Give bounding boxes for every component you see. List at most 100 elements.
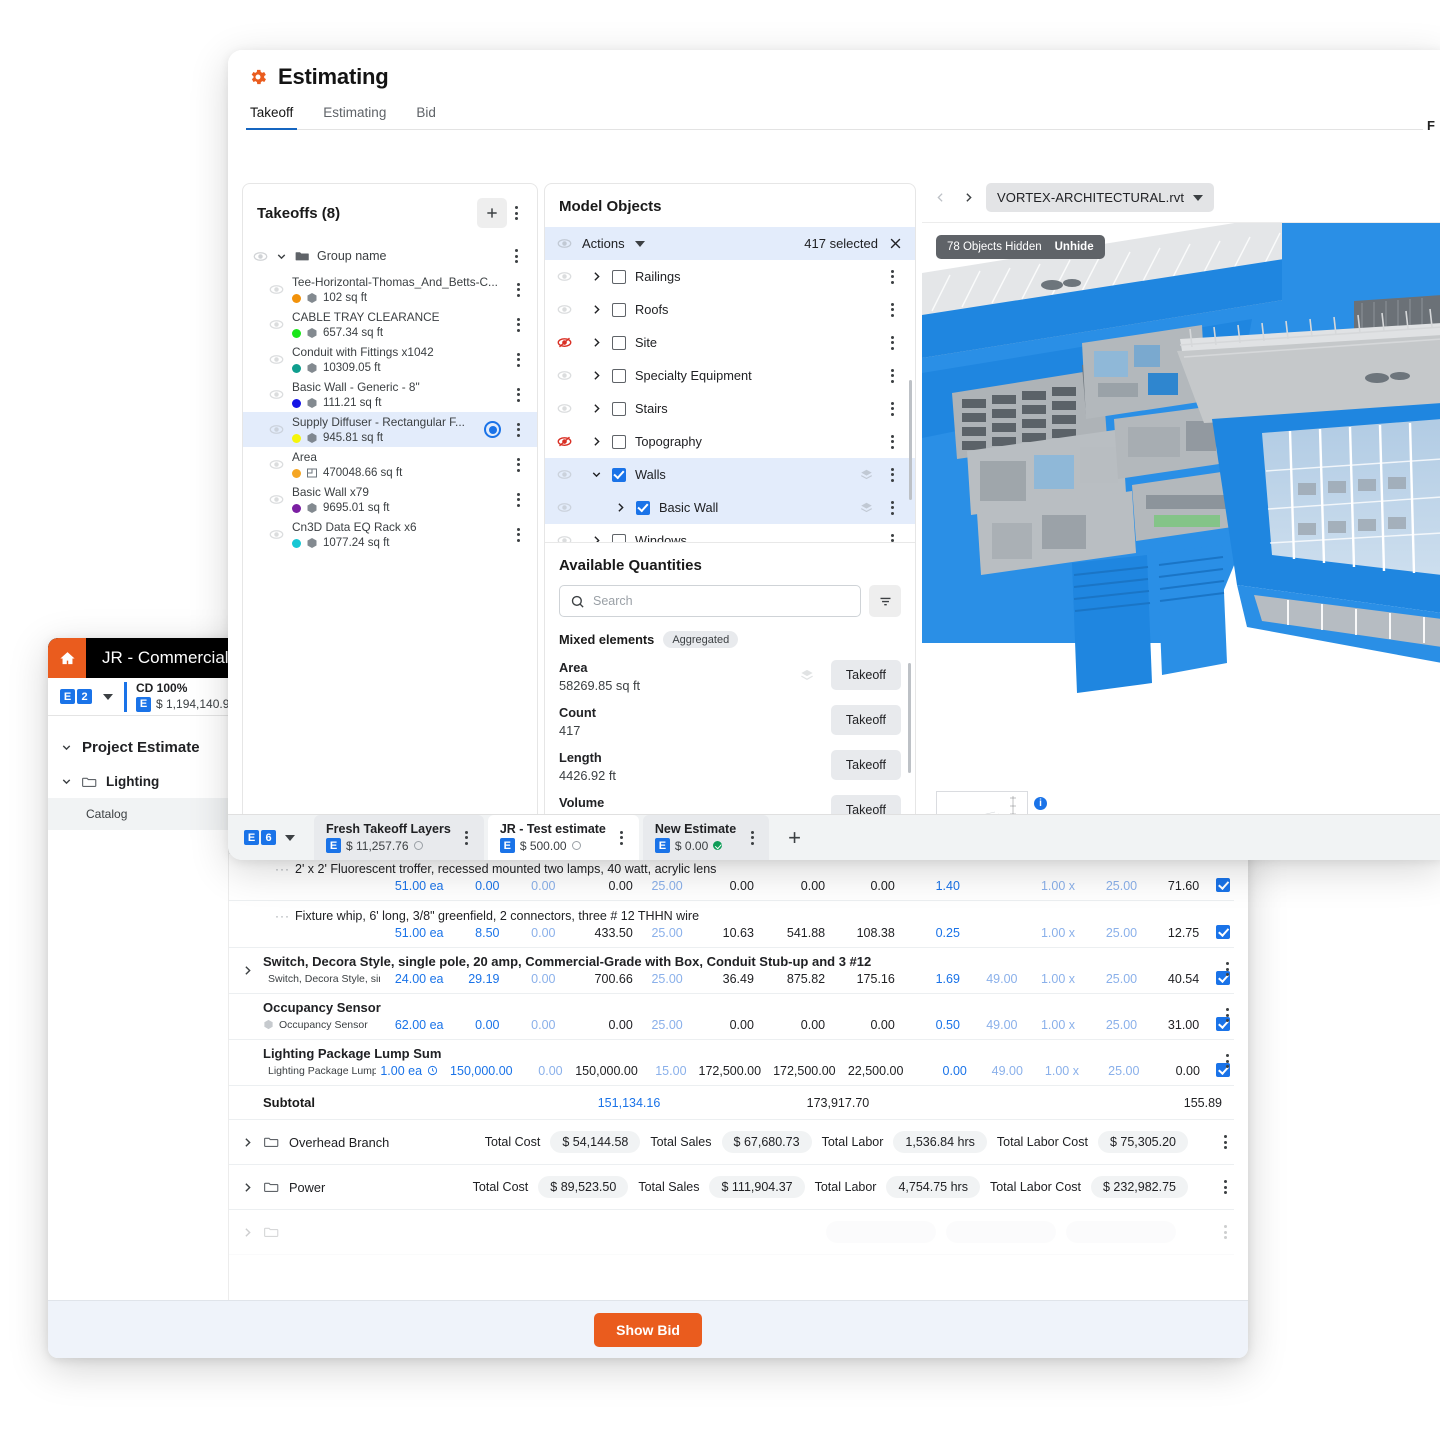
sheet-cell[interactable]: 51.00 ea [380, 879, 456, 893]
takeoff-item[interactable]: Supply Diffuser - Rectangular F... 945.8… [243, 412, 537, 447]
table-row[interactable]: ···2' x 2' Fluorescent troffer, recessed… [229, 854, 1234, 901]
sheet-cell[interactable]: 51.00 ea [380, 926, 456, 940]
chevron-down-icon[interactable] [590, 468, 603, 481]
unhide-button[interactable]: Unhide [1055, 241, 1094, 253]
sheet-cell[interactable]: 0.00 [1151, 1064, 1211, 1078]
sheet-cell[interactable]: 0.00 [512, 1018, 568, 1032]
model-object-row[interactable]: Stairs [545, 392, 915, 425]
model-object-checkbox[interactable] [612, 402, 626, 416]
row-menu-button[interactable] [883, 332, 901, 354]
sheet-cell[interactable]: 0.50 [907, 1018, 972, 1032]
sheet-cell[interactable]: 0.00 [455, 1018, 511, 1032]
viewer-canvas[interactable]: 78 Objects Hidden Unhide [922, 222, 1440, 860]
chevron-down-icon[interactable] [635, 241, 645, 247]
eye-icon[interactable] [269, 352, 284, 367]
table-row[interactable]: Occupancy Sensor Occupancy Sensor 62.00 … [229, 994, 1234, 1040]
eye-icon[interactable] [253, 249, 268, 264]
row-include-checkbox[interactable] [1216, 925, 1230, 939]
add-takeoff-button[interactable] [477, 198, 507, 228]
chevron-right-icon[interactable] [590, 303, 603, 316]
viewer-prev-button[interactable] [930, 188, 950, 208]
chevron-down-icon[interactable] [285, 835, 295, 841]
sheet-cell[interactable]: 0.00 [695, 1018, 766, 1032]
sheet-cell[interactable]: 0.00 [512, 972, 568, 986]
show-bid-button[interactable]: Show Bid [594, 1313, 702, 1347]
takeoff-group-menu[interactable] [507, 245, 525, 267]
model-object-checkbox[interactable] [612, 303, 626, 317]
eye-icon[interactable] [557, 368, 572, 383]
model-object-checkbox[interactable] [612, 435, 626, 449]
row-menu-button[interactable] [1218, 1004, 1236, 1026]
sheet-cell[interactable]: 31.00 [1149, 1018, 1211, 1032]
sheet-cell[interactable]: 25.00 [645, 972, 695, 986]
sheet-cell[interactable]: 0.00 [512, 926, 568, 940]
eye-icon[interactable] [269, 457, 284, 472]
eye-icon[interactable] [557, 269, 572, 284]
sheet-cell[interactable]: 541.88 [766, 926, 837, 940]
row-menu-button[interactable] [458, 827, 476, 849]
eye-icon[interactable] [269, 422, 284, 437]
sheet-cell[interactable]: 40.54 [1149, 972, 1211, 986]
sheet-cell[interactable]: 25.00 [1091, 1064, 1151, 1078]
eye-icon[interactable] [557, 236, 572, 251]
quantities-search-input[interactable]: Search [559, 585, 861, 617]
takeoff-button[interactable]: Takeoff [831, 705, 901, 735]
takeoff-button[interactable]: Takeoff [831, 750, 901, 780]
model-object-checkbox[interactable] [612, 534, 626, 543]
takeoff-group-row[interactable]: Group name [243, 240, 537, 272]
sheet-cell[interactable]: 12.75 [1149, 926, 1211, 940]
chevron-right-icon[interactable] [241, 1181, 254, 1194]
sheet-cell[interactable]: 150,000.00 [575, 1064, 650, 1078]
row-menu-button[interactable] [509, 314, 527, 336]
chevron-down-icon[interactable] [103, 694, 113, 700]
table-row[interactable]: Switch, Decora Style, single pole, 20 am… [229, 948, 1234, 994]
table-row[interactable]: Lighting Package Lump Sum Lighting Packa… [229, 1040, 1234, 1086]
sheet-cell[interactable]: 25.00 [645, 879, 695, 893]
eye-icon[interactable] [557, 533, 572, 542]
takeoff-item[interactable]: Tee-Horizontal-Thomas_And_Betts-C... 102… [243, 272, 537, 307]
close-icon[interactable] [888, 236, 903, 251]
row-menu-button[interactable] [509, 524, 527, 546]
estimate-tab[interactable]: Fresh Takeoff Layers E $ 11,257.76 [314, 815, 484, 861]
takeoff-selected-radio[interactable] [484, 421, 501, 438]
takeoff-item[interactable]: Area 470048.66 sq ft [243, 447, 537, 482]
filter-button[interactable] [869, 585, 901, 617]
model-object-checkbox[interactable] [612, 336, 626, 350]
sheet-cell[interactable]: 25.00 [1087, 879, 1149, 893]
sheet-cell[interactable]: 62.00 ea [380, 1018, 456, 1032]
sheet-cell[interactable]: 172,500.00 [699, 1064, 774, 1078]
chevron-right-icon[interactable] [590, 336, 603, 349]
row-menu-button[interactable] [509, 349, 527, 371]
sheet-cell[interactable]: 25.00 [645, 1018, 695, 1032]
takeoffs-menu-button[interactable] [507, 202, 525, 224]
sheet-cell[interactable]: 0.00 [766, 879, 837, 893]
sheet-cell[interactable]: 0.00 [568, 1018, 645, 1032]
eye-icon[interactable] [557, 302, 572, 317]
model-object-row[interactable]: Specialty Equipment [545, 359, 915, 392]
model-object-checkbox[interactable] [636, 501, 650, 515]
sheet-cell[interactable]: 25.00 [645, 926, 695, 940]
takeoff-button[interactable]: Takeoff [831, 660, 901, 690]
model-object-checkbox[interactable] [612, 270, 626, 284]
sheet-cell[interactable]: 25.00 [1087, 1018, 1149, 1032]
row-menu-button[interactable] [509, 489, 527, 511]
sheet-cell[interactable]: 25.00 [1087, 926, 1149, 940]
model-objects-scrollbar[interactable] [909, 380, 912, 500]
model-object-row[interactable]: Basic Wall [545, 491, 915, 524]
model-object-row[interactable]: Railings [545, 260, 915, 293]
chevron-right-icon[interactable] [241, 964, 254, 977]
layers-icon[interactable] [799, 668, 815, 683]
sheet-cell[interactable]: 0.00 [766, 1018, 837, 1032]
model-object-row[interactable]: Site [545, 326, 915, 359]
model-object-checkbox[interactable] [612, 369, 626, 383]
eye-icon[interactable] [557, 467, 572, 482]
sheet-cell[interactable]: 22,500.00 [848, 1064, 916, 1078]
eye-off-icon[interactable] [557, 335, 572, 350]
tab-bid[interactable]: Bid [414, 100, 438, 129]
eye-icon[interactable] [269, 282, 284, 297]
row-menu-button[interactable] [883, 398, 901, 420]
sheet-cell[interactable]: 1.00 x [1029, 1018, 1087, 1032]
row-menu-button[interactable] [1218, 1050, 1236, 1072]
row-menu-button[interactable] [509, 419, 527, 441]
takeoff-item[interactable]: CABLE TRAY CLEARANCE 657.34 sq ft [243, 307, 537, 342]
